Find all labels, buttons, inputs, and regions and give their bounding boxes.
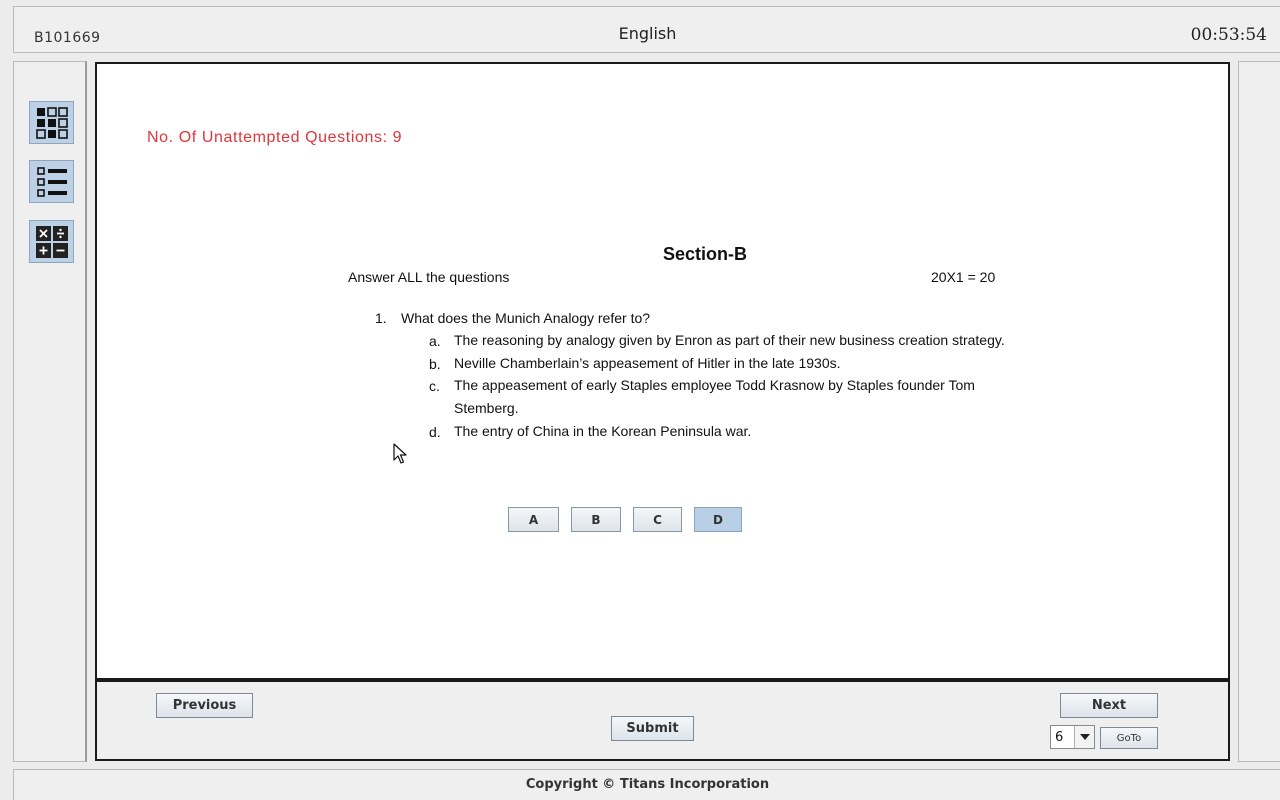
- section-title: Section-B: [662, 244, 747, 264]
- right-sidebar: [1238, 61, 1280, 762]
- left-sidebar: [13, 61, 87, 762]
- option-letter-b: b.: [429, 356, 441, 372]
- option-letter-c: c.: [429, 378, 440, 394]
- option-letter-a: a.: [429, 333, 441, 349]
- section-instruction: Answer ALL the questions: [348, 269, 510, 285]
- navigation-bar: Previous Submit Next 6 GoTo: [95, 680, 1230, 761]
- question-grid-button[interactable]: [29, 101, 74, 144]
- subject-title: English: [618, 24, 677, 43]
- answer-button-d[interactable]: D: [694, 507, 742, 532]
- option-text-b: Neville Chamberlain’s appeasement of Hit…: [454, 355, 841, 371]
- grid-icon: [35, 106, 69, 140]
- option-text-a: The reasoning by analogy given by Enron …: [454, 332, 1005, 348]
- option-letter-d: d.: [429, 424, 441, 440]
- chevron-down-icon[interactable]: [1074, 726, 1094, 748]
- calculator-button[interactable]: [29, 220, 74, 263]
- goto-select-value: 6: [1055, 729, 1064, 745]
- option-text-c: The appeasement of early Staples employe…: [454, 377, 975, 416]
- mouse-cursor-icon: [393, 443, 407, 469]
- answer-button-a[interactable]: A: [508, 507, 559, 532]
- calculator-icon: [35, 225, 69, 259]
- question-text: What does the Munich Analogy refer to?: [401, 310, 651, 326]
- section-marks: 20X1 = 20: [931, 269, 996, 285]
- unattempted-count: No. Of Unattempted Questions: 9: [147, 129, 403, 146]
- header-bar: B101669 English 00:53:54: [13, 6, 1280, 53]
- previous-button[interactable]: Previous: [156, 693, 253, 718]
- goto-question-select[interactable]: 6: [1050, 725, 1095, 749]
- answer-button-c[interactable]: C: [633, 507, 682, 532]
- answer-button-b[interactable]: B: [571, 507, 621, 532]
- goto-button[interactable]: GoTo: [1100, 727, 1158, 749]
- copyright-text: Copyright © Titans Incorporation: [525, 777, 770, 792]
- next-button[interactable]: Next: [1060, 693, 1158, 718]
- submit-button[interactable]: Submit: [611, 716, 694, 741]
- list-icon: [35, 165, 69, 199]
- question-list-button[interactable]: [29, 160, 74, 203]
- question-panel: No. Of Unattempted Questions: 9 Section-…: [95, 62, 1230, 680]
- copyright-bar: Copyright © Titans Incorporation: [13, 769, 1280, 800]
- countdown-timer: 00:53:54: [1190, 25, 1267, 45]
- question-number: 1.: [375, 310, 387, 326]
- option-text-d: The entry of China in the Korean Peninsu…: [454, 423, 752, 439]
